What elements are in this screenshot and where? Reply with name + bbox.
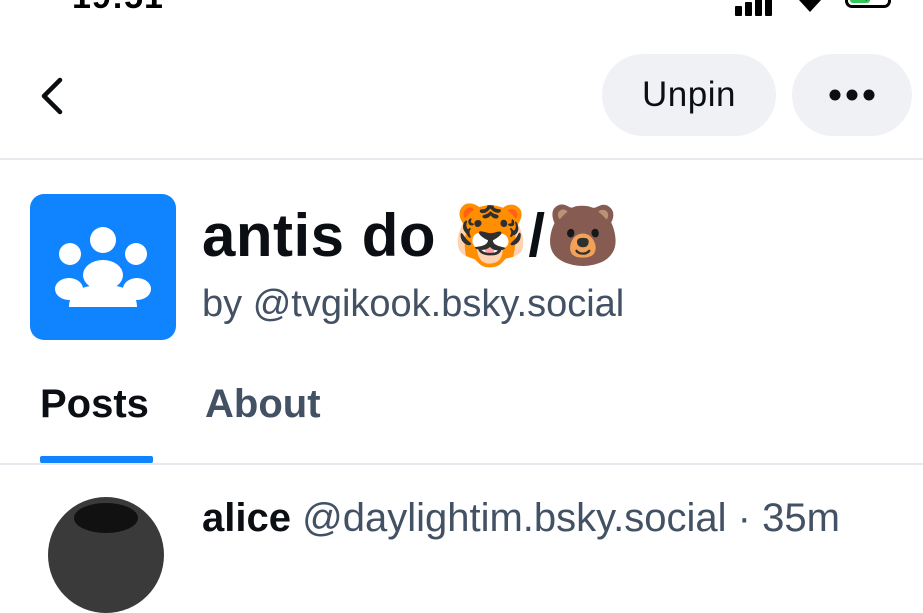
ellipsis-icon [829,89,875,101]
feed-title: antis do 🐯/🐻 [202,202,621,269]
wifi-icon [799,0,821,12]
post-separator: · [737,496,751,540]
header-divider [0,158,923,160]
post-avatar[interactable] [48,497,164,613]
status-time: 19:51 [72,0,164,17]
unpin-button[interactable]: Unpin [602,54,776,136]
back-button[interactable] [28,72,76,120]
tabs-divider [0,463,923,465]
more-options-button[interactable] [792,54,912,136]
chevron-left-icon [41,77,63,115]
feed-author[interactable]: by @tvgikook.bsky.social [202,283,624,326]
feed-avatar [30,194,176,340]
status-icons: ⚡ [735,0,905,16]
post-author-line: alice @daylightim.bsky.social · 35m [202,496,840,541]
post-author-handle[interactable]: @daylightim.bsky.social [302,496,726,540]
users-group-icon [55,227,151,307]
post-author-name[interactable]: alice [202,496,291,540]
battery-icon: ⚡ [845,0,891,8]
tab-posts[interactable]: Posts [40,382,149,427]
active-tab-indicator [40,456,153,463]
post-timestamp[interactable]: 35m [762,496,840,540]
tab-about[interactable]: About [205,382,321,427]
top-bar: Unpin [0,40,923,158]
signal-icon [735,0,775,16]
